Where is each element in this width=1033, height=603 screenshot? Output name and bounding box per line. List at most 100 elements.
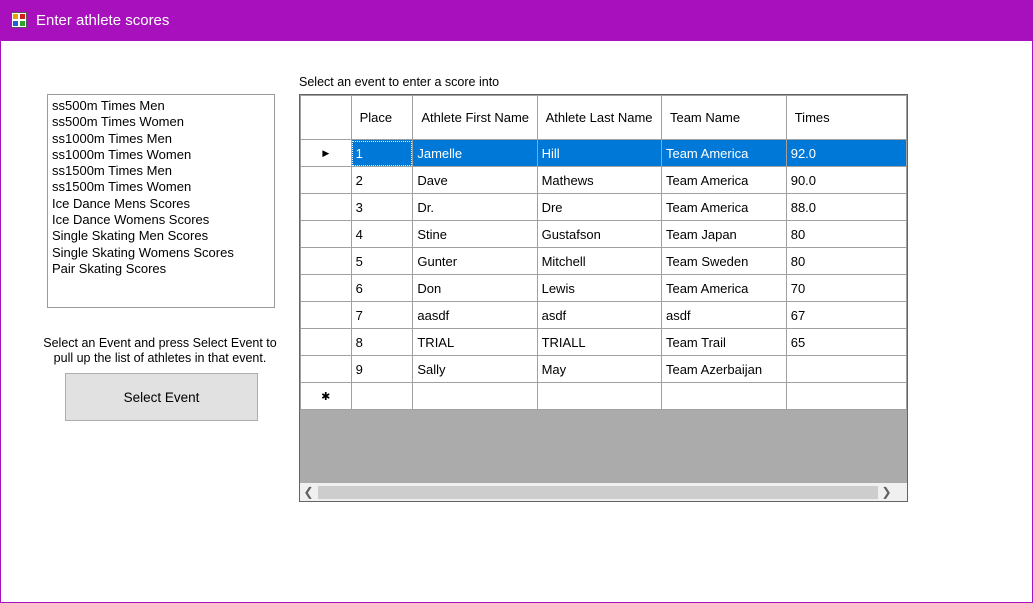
table-cell[interactable]: Team America (660, 193, 787, 221)
event-list-item[interactable]: ss1000m Times Men (52, 131, 274, 147)
athlete-data-grid[interactable]: Place Athlete First Name Athlete Last Name… (299, 94, 908, 502)
event-list-item[interactable]: ss1500m Times Men (52, 163, 274, 179)
table-cell[interactable]: Don (412, 274, 538, 302)
event-list-item[interactable]: ss1000m Times Women (52, 147, 274, 163)
column-header[interactable]: Team Name (660, 95, 787, 140)
event-list-item[interactable]: ss1500m Times Women (52, 179, 274, 195)
row-header[interactable] (300, 193, 352, 221)
new-row[interactable]: ✱ (300, 382, 907, 410)
table-cell[interactable]: Team Japan (660, 220, 787, 248)
event-list-item[interactable]: Pair Skating Scores (52, 261, 274, 277)
table-cell[interactable]: May (536, 355, 662, 383)
table-cell[interactable] (412, 382, 538, 410)
instructions-line-1: Select an Event and press Select Event t… (43, 336, 277, 350)
table-cell[interactable]: 1 (350, 139, 414, 167)
row-header[interactable] (300, 301, 352, 329)
table-cell[interactable]: Dave (412, 166, 538, 194)
event-list-item[interactable]: Ice Dance Mens Scores (52, 196, 274, 212)
table-cell[interactable]: Jamelle (412, 139, 538, 167)
table-row[interactable]: 5 Gunter Mitchell Team Sweden 80 (300, 247, 907, 275)
table-cell[interactable]: Sally (412, 355, 538, 383)
title-bar[interactable]: Enter athlete scores (0, 0, 1033, 41)
table-cell[interactable]: 65 (785, 328, 907, 356)
table-cell[interactable]: 90.0 (785, 166, 907, 194)
table-cell[interactable]: Lewis (536, 274, 662, 302)
event-listbox[interactable]: ss500m Times Men ss500m Times Women ss1000… (47, 94, 275, 308)
grid-header-row: Place Athlete First Name Athlete Last Name… (300, 95, 907, 140)
table-cell[interactable]: 88.0 (785, 193, 907, 221)
table-cell[interactable]: Team America (660, 166, 787, 194)
table-cell[interactable]: 2 (350, 166, 414, 194)
scrollbar-thumb[interactable] (318, 486, 878, 499)
table-row[interactable]: 8 TRIAL TRIALL Team Trail 65 (300, 328, 907, 356)
table-cell[interactable]: Mitchell (536, 247, 662, 275)
event-list-item[interactable]: Single Skating Men Scores (52, 228, 274, 244)
table-cell[interactable]: 8 (350, 328, 414, 356)
row-header[interactable] (300, 355, 352, 383)
table-cell[interactable]: 70 (785, 274, 907, 302)
table-cell[interactable]: 80 (785, 247, 907, 275)
table-cell[interactable]: Team Sweden (660, 247, 787, 275)
event-list-item[interactable]: ss500m Times Women (52, 114, 274, 130)
window-title: Enter athlete scores (36, 12, 170, 29)
column-header[interactable]: Athlete Last Name (536, 95, 662, 140)
table-cell[interactable]: Mathews (536, 166, 662, 194)
new-row-icon: ✱ (321, 390, 331, 403)
table-cell[interactable]: Dre (536, 193, 662, 221)
table-cell[interactable] (785, 382, 907, 410)
column-header[interactable]: Athlete First Name (412, 95, 538, 140)
table-row[interactable]: 6 Don Lewis Team America 70 (300, 274, 907, 302)
table-cell[interactable]: TRIALL (536, 328, 662, 356)
table-row[interactable]: ▶ 1 Jamelle Hill Team America 92.0 (300, 139, 907, 167)
table-cell[interactable] (536, 382, 662, 410)
table-cell[interactable]: asdf (660, 301, 787, 329)
select-event-button[interactable]: Select Event (65, 373, 258, 421)
row-header[interactable] (300, 328, 352, 356)
table-cell[interactable]: 67 (785, 301, 907, 329)
table-cell[interactable] (350, 382, 414, 410)
scroll-right-icon[interactable]: ❯ (878, 484, 895, 501)
table-cell[interactable]: aasdf (412, 301, 538, 329)
table-cell[interactable]: TRIAL (412, 328, 538, 356)
horizontal-scrollbar[interactable]: ❮ ❯ (300, 483, 907, 501)
table-cell[interactable]: 3 (350, 193, 414, 221)
table-cell[interactable]: 5 (350, 247, 414, 275)
event-list-item[interactable]: Single Skating Womens Scores (52, 245, 274, 261)
row-header[interactable] (300, 220, 352, 248)
table-cell[interactable]: 6 (350, 274, 414, 302)
scroll-left-icon[interactable]: ❮ (300, 484, 317, 501)
table-cell[interactable]: Team America (660, 139, 787, 167)
table-cell[interactable]: Gustafson (536, 220, 662, 248)
table-cell[interactable] (785, 355, 907, 383)
grid-caption: Select an event to enter a score into (299, 75, 500, 89)
table-cell[interactable]: 80 (785, 220, 907, 248)
row-header[interactable] (300, 247, 352, 275)
table-cell[interactable] (660, 382, 787, 410)
table-cell[interactable]: 4 (350, 220, 414, 248)
table-cell[interactable]: Gunter (412, 247, 538, 275)
column-header[interactable]: Times (785, 95, 907, 140)
row-header[interactable] (300, 274, 352, 302)
table-cell[interactable]: Team America (660, 274, 787, 302)
table-cell[interactable]: 9 (350, 355, 414, 383)
table-cell[interactable]: 7 (350, 301, 414, 329)
row-header[interactable]: ▶ (300, 139, 352, 167)
event-list-item[interactable]: ss500m Times Men (52, 98, 274, 114)
table-cell[interactable]: Hill (536, 139, 662, 167)
row-header[interactable]: ✱ (300, 382, 352, 410)
table-row[interactable]: 7 aasdf asdf asdf 67 (300, 301, 907, 329)
table-cell[interactable]: Team Azerbaijan (660, 355, 787, 383)
instructions-text: Select an Event and press Select Event t… (30, 336, 290, 366)
column-header[interactable]: Place (350, 95, 414, 140)
table-row[interactable]: 4 Stine Gustafson Team Japan 80 (300, 220, 907, 248)
table-row[interactable]: 9 Sally May Team Azerbaijan (300, 355, 907, 383)
table-row[interactable]: 2 Dave Mathews Team America 90.0 (300, 166, 907, 194)
table-cell[interactable]: asdf (536, 301, 662, 329)
table-row[interactable]: 3 Dr. Dre Team America 88.0 (300, 193, 907, 221)
table-cell[interactable]: 92.0 (785, 139, 907, 167)
table-cell[interactable]: Dr. (412, 193, 538, 221)
row-header[interactable] (300, 166, 352, 194)
event-list-item[interactable]: Ice Dance Womens Scores (52, 212, 274, 228)
table-cell[interactable]: Team Trail (660, 328, 787, 356)
table-cell[interactable]: Stine (412, 220, 538, 248)
